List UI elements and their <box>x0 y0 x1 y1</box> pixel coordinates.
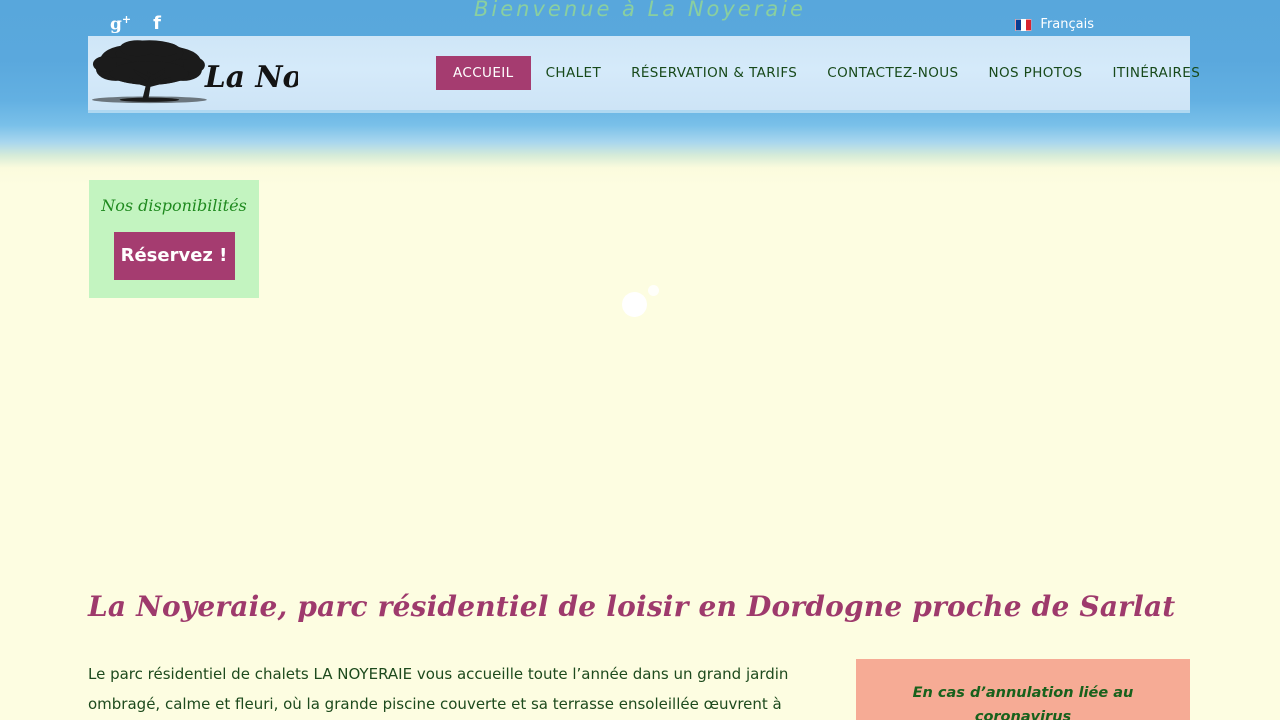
spinner-dot-large <box>622 292 647 317</box>
nav-item-reservation[interactable]: RÉSERVATION & TARIFS <box>616 36 812 110</box>
reserve-button[interactable]: Réservez ! <box>113 232 235 280</box>
tree-icon: La Noyeraie <box>91 40 298 104</box>
facebook-icon[interactable]: f <box>153 14 161 33</box>
page-root: Bienvenue à La Noyeraie g+ f Français La… <box>0 0 1280 720</box>
nav-item-accueil[interactable]: ACCUEIL <box>436 56 531 90</box>
logo-wordmark: La Noyeraie <box>204 60 298 95</box>
loading-spinner-icon <box>622 285 659 317</box>
google-plus-icon[interactable]: g+ <box>110 14 131 34</box>
nav-item-contact[interactable]: CONTACTEZ-NOUS <box>812 36 973 110</box>
google-plus-plus-glyph: + <box>121 13 132 26</box>
nav-item-chalet[interactable]: CHALET <box>531 36 617 110</box>
site-logo[interactable]: La Noyeraie <box>88 35 298 109</box>
site-header: La Noyeraie ACCUEIL CHALET RÉSERVATION &… <box>88 35 1200 113</box>
language-label: Français <box>1040 17 1094 32</box>
notice-line-1: En cas d’annulation liée au coronavirus <box>912 685 1134 720</box>
nav-item-itineraires[interactable]: ITINÉRAIRES <box>1097 36 1215 110</box>
social-links: g+ f <box>110 14 161 34</box>
google-plus-glyph: g <box>110 14 122 35</box>
language-selector[interactable]: Français <box>1015 17 1094 32</box>
welcome-banner-text: Bienvenue à La Noyeraie <box>474 0 806 21</box>
main-navigation: ACCUEIL CHALET RÉSERVATION & TARIFS CONT… <box>436 36 1215 110</box>
coronavirus-notice: En cas d’annulation liée au coronavirus … <box>856 659 1190 720</box>
availability-card: Nos disponibilités Réservez ! <box>89 180 259 298</box>
spinner-dot-small <box>648 285 659 296</box>
availability-title: Nos disponibilités <box>101 196 247 215</box>
content-columns: Le parc résidentiel de chalets LA NOYERA… <box>88 659 1190 720</box>
page-title: La Noyeraie, parc résidentiel de loisir … <box>88 590 1176 623</box>
intro-paragraph: Le parc résidentiel de chalets LA NOYERA… <box>88 665 789 713</box>
main-content: La Noyeraie, parc résidentiel de loisir … <box>88 590 1190 720</box>
nav-item-photos[interactable]: NOS PHOTOS <box>973 36 1097 110</box>
fr-flag-icon <box>1015 18 1033 31</box>
